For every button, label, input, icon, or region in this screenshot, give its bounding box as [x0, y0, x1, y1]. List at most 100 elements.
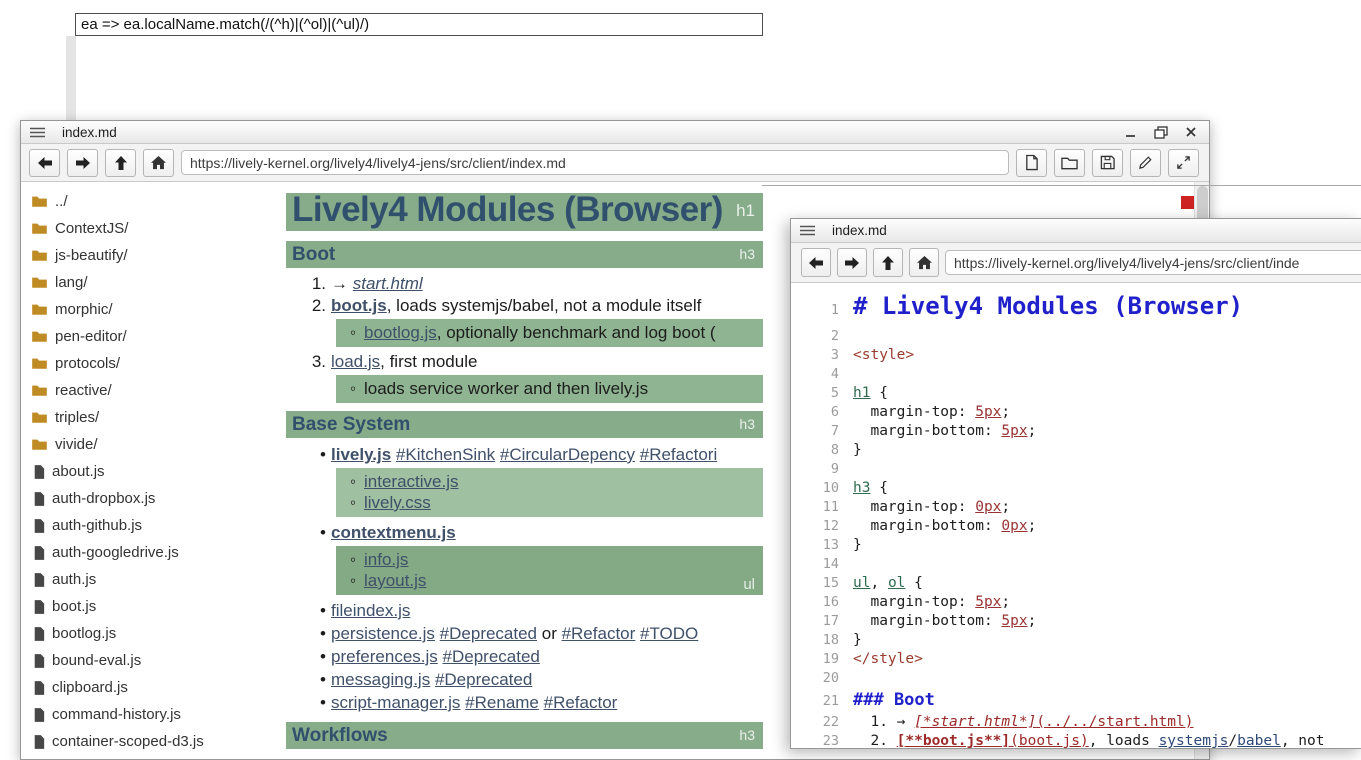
code-line[interactable]: 6 margin-top: 5px; [791, 403, 1361, 422]
forward-button[interactable] [837, 248, 867, 277]
md-link[interactable]: boot.js [331, 296, 387, 315]
maximize-icon[interactable] [1154, 126, 1168, 139]
code-line[interactable]: 12 margin-bottom: 0px; [791, 517, 1361, 536]
file-item[interactable]: bound-eval.js [21, 647, 259, 674]
file-item[interactable]: vivide/ [21, 431, 259, 458]
code-line[interactable]: 3<style> [791, 346, 1361, 365]
code-line[interactable]: 20 [791, 669, 1361, 688]
file-item[interactable]: lang/ [21, 269, 259, 296]
file-item[interactable]: ../ [21, 188, 259, 215]
file-item[interactable]: pen-editor/ [21, 323, 259, 350]
code-line[interactable]: 7 margin-bottom: 5px; [791, 422, 1361, 441]
md-link[interactable]: contextmenu.js [331, 523, 456, 542]
window-menu-icon[interactable] [800, 225, 815, 236]
code-line[interactable]: 16 margin-top: 5px; [791, 593, 1361, 612]
back-icon [37, 156, 53, 170]
url-input[interactable] [945, 250, 1361, 275]
back-button[interactable] [29, 149, 60, 177]
window-titlebar[interactable]: index.md [791, 219, 1361, 243]
code-line[interactable]: 4 [791, 365, 1361, 384]
new-file-button[interactable] [1016, 149, 1047, 177]
back-button[interactable] [801, 248, 831, 277]
open-folder-button[interactable] [1054, 149, 1085, 177]
file-item[interactable]: boot.js [21, 593, 259, 620]
md-link[interactable]: messaging.js [331, 670, 430, 689]
file-item[interactable]: container-scoped-d3.js [21, 728, 259, 755]
file-item[interactable]: reactive/ [21, 377, 259, 404]
expand-button[interactable] [1168, 149, 1199, 177]
file-name: morphic/ [55, 301, 113, 318]
file-item[interactable]: ContextJS/ [21, 215, 259, 242]
url-input[interactable] [181, 150, 1009, 175]
folder-icon [31, 357, 48, 370]
window-menu-icon[interactable] [30, 127, 45, 138]
file-item[interactable]: auth-dropbox.js [21, 485, 259, 512]
file-item[interactable]: auth-github.js [21, 512, 259, 539]
md-link[interactable]: #TODO [640, 624, 698, 643]
md-link[interactable]: load.js [331, 352, 380, 371]
home-button[interactable] [909, 248, 939, 277]
md-link[interactable]: bootlog.js [364, 323, 437, 342]
file-item[interactable]: about.js [21, 458, 259, 485]
file-item[interactable]: triples/ [21, 404, 259, 431]
code-line[interactable]: 21### Boot [791, 688, 1361, 713]
edit-button[interactable] [1130, 149, 1161, 177]
code-line[interactable]: 10h3 { [791, 479, 1361, 498]
md-link[interactable]: #Refactor [544, 693, 618, 712]
md-link[interactable]: persistence.js [331, 624, 435, 643]
home-button[interactable] [143, 149, 174, 177]
code-line[interactable]: 18} [791, 631, 1361, 650]
code-line[interactable]: 15ul, ol { [791, 574, 1361, 593]
up-button[interactable] [873, 248, 903, 277]
code-line[interactable]: 22 1. → [*start.html*](../../start.html) [791, 713, 1361, 732]
md-link[interactable]: fileindex.js [331, 601, 410, 620]
minimize-icon[interactable] [1124, 127, 1137, 138]
md-link[interactable]: lively.css [364, 493, 431, 512]
md-link[interactable]: #Deprecated [440, 624, 537, 643]
md-link[interactable]: layout.js [364, 571, 426, 590]
md-link[interactable]: start.html [353, 274, 423, 293]
code-line[interactable]: 9 [791, 460, 1361, 479]
md-link[interactable]: lively.js [331, 445, 391, 464]
file-item[interactable]: morphic/ [21, 296, 259, 323]
code-line[interactable]: 5h1 { [791, 384, 1361, 403]
forward-button[interactable] [67, 149, 98, 177]
md-link[interactable]: #Refactor [562, 624, 636, 643]
code-line[interactable]: 19</style> [791, 650, 1361, 669]
file-icon [33, 492, 45, 506]
code-editor[interactable]: 1# Lively4 Modules (Browser)2 3<style>4 … [791, 283, 1361, 749]
md-link[interactable]: script-manager.js [331, 693, 460, 712]
md-link[interactable]: #CircularDepency [500, 445, 635, 464]
md-link[interactable]: interactive.js [364, 472, 458, 491]
back-icon [808, 256, 824, 270]
md-link[interactable]: #Rename [465, 693, 539, 712]
folder-icon [31, 303, 48, 316]
md-link[interactable]: #Refactori [640, 445, 717, 464]
file-item[interactable]: bootlog.js [21, 620, 259, 647]
md-link[interactable]: #Deprecated [435, 670, 532, 689]
file-item[interactable]: auth-googledrive.js [21, 539, 259, 566]
md-link[interactable]: info.js [364, 550, 408, 569]
code-line[interactable]: 8} [791, 441, 1361, 460]
md-link[interactable]: preferences.js [331, 647, 438, 666]
window-titlebar[interactable]: index.md [21, 121, 1209, 144]
list-marker: 1. [304, 273, 326, 295]
md-link[interactable]: #Deprecated [443, 647, 540, 666]
code-line[interactable]: 23 2. [**boot.js**](boot.js), loads syst… [791, 732, 1361, 749]
filter-expression-input[interactable] [75, 13, 763, 36]
code-line[interactable]: 11 margin-top: 0px; [791, 498, 1361, 517]
close-icon[interactable] [1185, 126, 1197, 138]
md-link[interactable]: #KitchenSink [396, 445, 495, 464]
code-line[interactable]: 17 margin-bottom: 5px; [791, 612, 1361, 631]
up-button[interactable] [105, 149, 136, 177]
save-button[interactable] [1092, 149, 1123, 177]
file-item[interactable]: auth.js [21, 566, 259, 593]
file-item[interactable]: js-beautify/ [21, 242, 259, 269]
code-line[interactable]: 13} [791, 536, 1361, 555]
code-line[interactable]: 2 [791, 327, 1361, 346]
file-item[interactable]: command-history.js [21, 701, 259, 728]
file-item[interactable]: clipboard.js [21, 674, 259, 701]
code-line[interactable]: 14 [791, 555, 1361, 574]
code-line[interactable]: 1# Lively4 Modules (Browser) [791, 289, 1361, 327]
file-item[interactable]: protocols/ [21, 350, 259, 377]
